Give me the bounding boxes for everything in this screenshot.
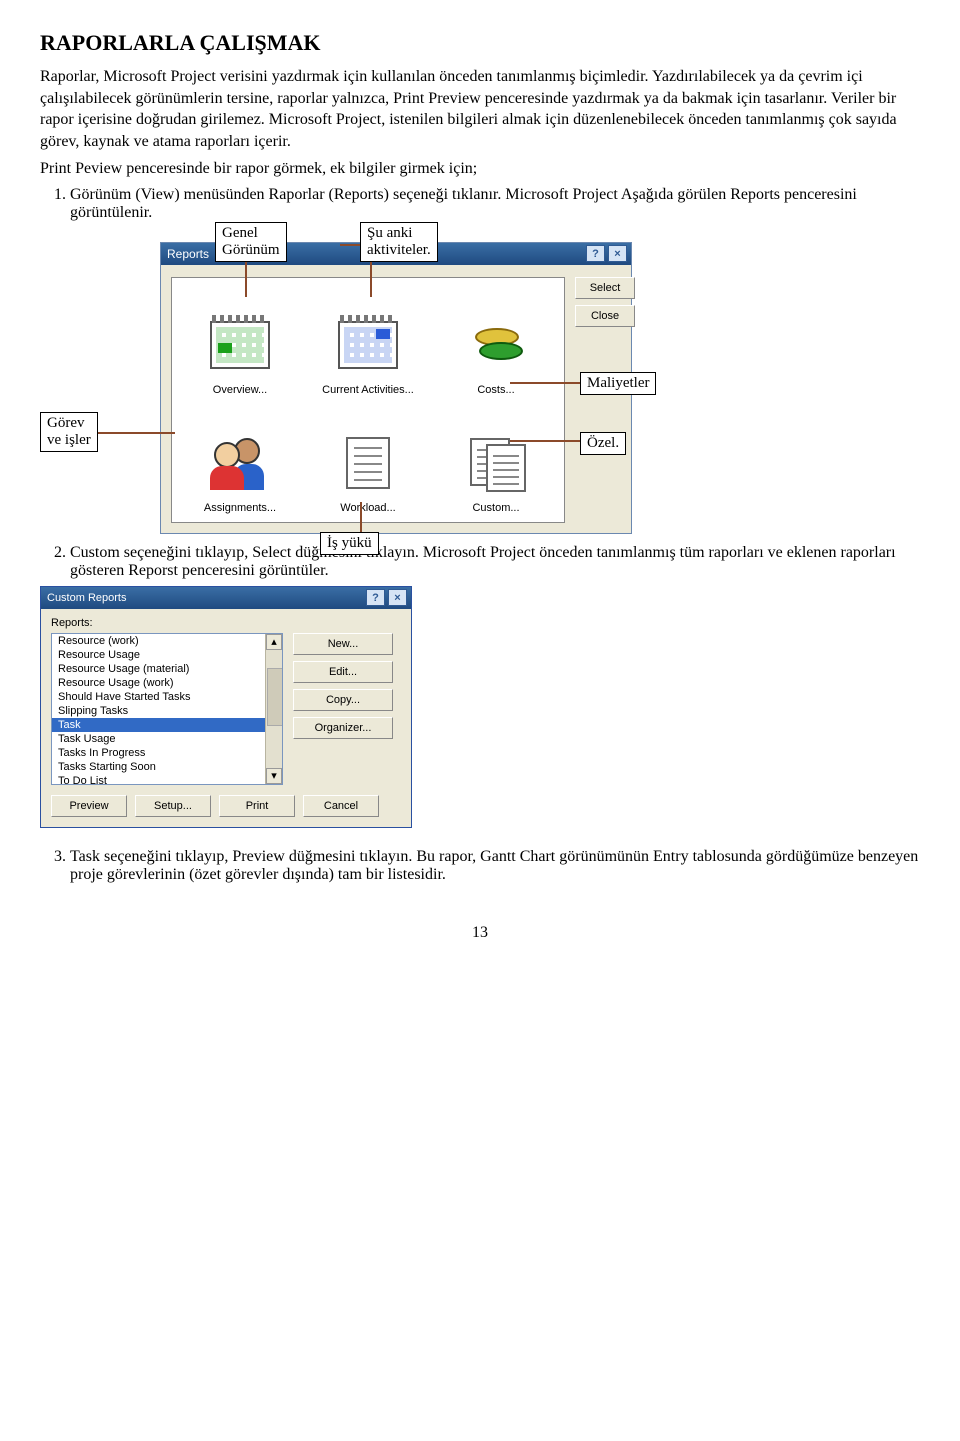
reports-dialog-area: Görev ve işler Genel Görünüm Şu anki akt… [100, 242, 740, 534]
scroll-down-icon[interactable]: ▾ [266, 768, 282, 784]
page-number: 13 [40, 924, 920, 942]
step-2: Custom seçeneğini tıklayıp, Select düğme… [70, 544, 920, 580]
step-3: Task seçeneğini tıklayıp, Preview düğmes… [70, 848, 920, 884]
help-button[interactable]: ? [586, 245, 605, 262]
copy-button[interactable]: Copy... [293, 689, 393, 711]
documents-icon [461, 428, 531, 498]
organizer-button[interactable]: Organizer... [293, 717, 393, 739]
callout-isyuku: İş yükü [320, 532, 379, 555]
reports-grid: Overview... Current Activities... Costs.… [171, 277, 565, 523]
dialog-titlebar: Custom Reports ? × [41, 587, 411, 609]
coins-icon [461, 310, 531, 380]
close-dialog-button[interactable]: Close [575, 305, 635, 327]
scroll-thumb[interactable] [267, 668, 283, 726]
list-item[interactable]: Resource Usage [52, 648, 282, 662]
calendar-icon [333, 310, 403, 380]
list-item[interactable]: Task [52, 718, 282, 732]
reports-dialog: Reports ? × Overview... Current Activiti… [160, 242, 632, 534]
step-1: Görünüm (View) menüsünden Raporlar (Repo… [70, 186, 920, 222]
list-item[interactable]: Resource Usage (work) [52, 676, 282, 690]
callout-gorev: Görev ve işler [40, 412, 98, 452]
select-button[interactable]: Select [575, 277, 635, 299]
list-item[interactable]: Task Usage [52, 732, 282, 746]
sheet-icon [333, 428, 403, 498]
intro-paragraph-2: Print Peview penceresinde bir rapor görm… [40, 158, 920, 180]
callout-suanki: Şu anki aktiviteler. [360, 222, 438, 262]
dialog-title: Custom Reports [47, 592, 126, 604]
tile-label: Costs... [477, 384, 514, 396]
callout-genel: Genel Görünüm [215, 222, 287, 262]
list-item[interactable]: Resource (work) [52, 634, 282, 648]
calendar-icon [205, 310, 275, 380]
reports-listbox[interactable]: Resource (work)Resource UsageResource Us… [51, 633, 283, 785]
intro-paragraph-1: Raporlar, Microsoft Project verisini yaz… [40, 66, 920, 152]
tile-custom[interactable]: Custom... [436, 404, 556, 514]
tile-label: Assignments... [204, 502, 276, 514]
edit-button[interactable]: Edit... [293, 661, 393, 683]
tile-label: Overview... [213, 384, 267, 396]
tile-assignments[interactable]: Assignments... [180, 404, 300, 514]
list-item[interactable]: Tasks Starting Soon [52, 760, 282, 774]
reports-label: Reports: [51, 617, 401, 629]
tile-current-activities[interactable]: Current Activities... [308, 286, 428, 396]
list-item[interactable]: To Do List [52, 774, 282, 785]
dialog-title: Reports [167, 247, 209, 261]
close-button[interactable]: × [608, 245, 627, 262]
tile-label: Custom... [472, 502, 519, 514]
tile-overview[interactable]: Overview... [180, 286, 300, 396]
custom-reports-dialog: Custom Reports ? × Reports: Resource (wo… [40, 586, 412, 828]
list-item[interactable]: Slipping Tasks [52, 704, 282, 718]
help-button[interactable]: ? [366, 589, 385, 606]
close-button[interactable]: × [388, 589, 407, 606]
list-item[interactable]: Tasks In Progress [52, 746, 282, 760]
print-button[interactable]: Print [219, 795, 295, 817]
tile-workload[interactable]: Workload... [308, 404, 428, 514]
cancel-button[interactable]: Cancel [303, 795, 379, 817]
scrollbar[interactable]: ▴ ▾ [265, 634, 282, 784]
people-icon [205, 428, 275, 498]
tile-costs[interactable]: Costs... [436, 286, 556, 396]
tile-label: Current Activities... [322, 384, 414, 396]
tile-label: Workload... [340, 502, 395, 514]
setup-button[interactable]: Setup... [135, 795, 211, 817]
list-item[interactable]: Resource Usage (material) [52, 662, 282, 676]
list-item[interactable]: Should Have Started Tasks [52, 690, 282, 704]
callout-maliyet: Maliyetler [580, 372, 656, 395]
callout-ozel: Özel. [580, 432, 626, 455]
scroll-up-icon[interactable]: ▴ [266, 634, 282, 650]
preview-button[interactable]: Preview [51, 795, 127, 817]
page-heading: RAPORLARLA ÇALIŞMAK [40, 30, 920, 56]
new-button[interactable]: New... [293, 633, 393, 655]
